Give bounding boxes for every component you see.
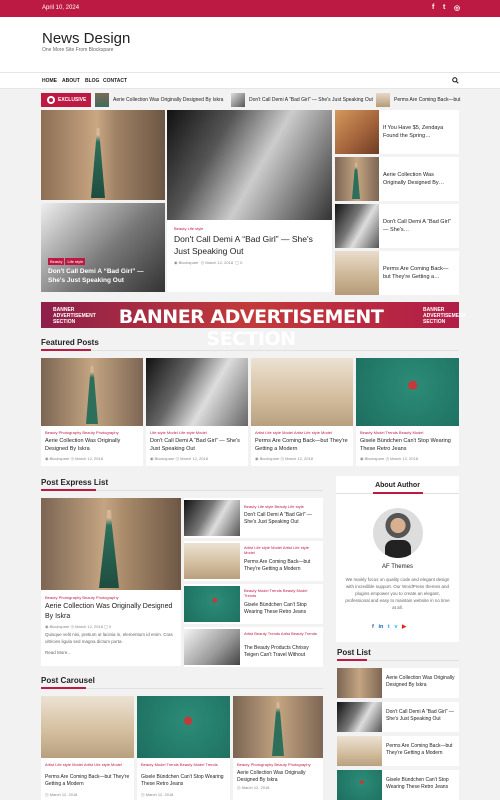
read-more-link[interactable]: Read More... (45, 650, 71, 655)
live-dot-icon (47, 96, 55, 104)
hero-left-title[interactable]: Don't Call Demi A “Bad Girl” — She's Jus… (48, 267, 160, 285)
category-tags: Beauty Life style (174, 226, 204, 231)
linkedin-icon[interactable]: in (378, 624, 383, 630)
post-title[interactable]: Gisele Bündchen Can't Stop Wearing These… (360, 437, 456, 453)
widget-title: About Author (375, 482, 420, 489)
post-title[interactable]: Aerie Collection Was Originally Designed… (45, 602, 177, 622)
main-nav: HOME ABOUT BLOG CONTACT (0, 72, 500, 89)
post-title[interactable]: Gisele Bündchen Can't Stop Wearing These… (141, 774, 227, 788)
category-tags: Beauty Life style (48, 258, 86, 265)
express-main-card[interactable]: Beauty Photography Beauty Photography Ae… (41, 498, 181, 666)
carousel-card[interactable]: Artist Life style Model Artist Life styl… (41, 696, 134, 800)
hero-list-item[interactable]: If You Have $5, Zendaya Found the Spring… (335, 110, 459, 154)
twitter-icon[interactable]: t (443, 4, 445, 11)
post-title[interactable]: Aerie Collection Was Originally Designed… (45, 437, 141, 453)
exclusive-ticker: EXCLUSIVE Aerie Collection Was Originall… (0, 89, 500, 111)
express-list-item[interactable]: Beauty Life style Beauty Life style Don'… (184, 498, 323, 538)
twitter-icon[interactable]: t (388, 624, 390, 630)
section-title-featured: Featured Posts (41, 338, 99, 347)
post-title[interactable]: Aerie Collection Was Originally Designed… (237, 770, 321, 784)
section-title-post-list: Post List (337, 648, 371, 657)
post-title[interactable]: Don't Call Demi A “Bad Girl” — She's Jus… (150, 437, 246, 453)
list-thumb (335, 251, 379, 295)
banner-text: BANNER ADVERTISEMENT SECTION (118, 306, 384, 350)
author-bio: We mainly focus on quality code and eleg… (345, 577, 450, 610)
banner-advertisement[interactable]: BANNER ADVERTISEMENT SECTION BANNER ADVERT… (41, 302, 466, 350)
list-thumb (335, 204, 379, 248)
express-list-item[interactable]: Artist Life style Model Artist Life styl… (184, 541, 323, 581)
exclusive-label: EXCLUSIVE (41, 93, 91, 107)
post-list-item[interactable]: Don't Call Demi A “Bad Girl” — She's Jus… (337, 702, 459, 732)
express-list-item[interactable]: Beauty Model Trends Beauty Model Trends … (184, 584, 323, 624)
section-title-express: Post Express List (41, 478, 109, 487)
hero-center-title[interactable]: Don't Call Demi A “Bad Girl” — She's Jus… (174, 233, 324, 257)
featured-post-card[interactable]: Life style Model Life style Model Don't … (146, 358, 248, 466)
ticker-thumb (376, 93, 390, 107)
post-title[interactable]: Perms Are Coming Back—but They're Gettin… (255, 437, 351, 453)
list-thumb (335, 110, 379, 154)
site-title[interactable]: News Design (42, 30, 130, 47)
site-tagline: One More Site From Blockspare (42, 47, 114, 53)
banner-small-left: BANNER ADVERTISEMENT SECTION (53, 307, 96, 325)
post-title[interactable]: Perms Are Coming Back—but They're Gettin… (45, 774, 131, 788)
ticker-thumb (231, 93, 245, 107)
post-image (233, 696, 323, 758)
express-list-item[interactable]: Artist Beauty Trends Artist Beauty Trend… (184, 627, 323, 667)
nav-item-about[interactable]: ABOUT (62, 78, 80, 84)
hero-center-image[interactable] (167, 110, 332, 220)
hero-image-dress[interactable] (41, 110, 165, 200)
post-list-item[interactable]: Aerie Collection Was Originally Designed… (337, 668, 459, 698)
list-thumb (184, 543, 240, 579)
post-excerpt: Quisque velit nisi, pretium ut lacinia i… (45, 632, 173, 644)
current-date: April 10, 2024 (42, 5, 80, 11)
post-image (41, 498, 181, 590)
hero-list-item[interactable]: Don't Call Demi A “Bad Girl” — She's… (335, 204, 459, 248)
post-image (356, 358, 459, 426)
list-thumb (337, 668, 382, 698)
post-list-item[interactable]: Perms Are Coming Back—but They're Gettin… (337, 736, 459, 766)
list-thumb (184, 500, 240, 536)
site-header: News Design One More Site From Blockspar… (0, 17, 500, 72)
list-thumb (184, 586, 240, 622)
list-thumb (337, 770, 382, 800)
post-list-item[interactable]: Gisele Bündchen Can't Stop Wearing These… (337, 770, 459, 800)
carousel-card[interactable]: Beauty Photography Beauty Photography Ae… (233, 696, 323, 800)
carousel-card[interactable]: Beauty Model Trends Beauty Model Trends … (137, 696, 230, 800)
avatar (373, 508, 423, 558)
nav-item-contact[interactable]: CONTACT (103, 78, 127, 84)
facebook-icon[interactable]: f (372, 624, 374, 630)
post-image (137, 696, 230, 758)
hero-image-bw[interactable]: Beauty Life style Don't Call Demi A “Bad … (41, 203, 165, 292)
about-author-widget: About Author AF Themes We mainly focus o… (336, 476, 459, 642)
list-thumb (337, 736, 382, 766)
author-name: AF Themes (382, 564, 413, 570)
post-image (41, 358, 143, 426)
nav-item-home[interactable]: HOME (42, 78, 57, 84)
list-thumb (335, 157, 379, 201)
post-image (251, 358, 353, 426)
youtube-icon[interactable]: ▶ (402, 624, 406, 630)
featured-post-card[interactable]: Beauty Model Trends Beauty Model Gisele … (356, 358, 459, 466)
list-thumb (337, 702, 382, 732)
featured-post-card[interactable]: Artist Life style Model Artist Life styl… (251, 358, 353, 466)
top-bar: April 10, 2024 f t ◎ (0, 0, 500, 17)
post-image (41, 696, 134, 758)
post-image (146, 358, 248, 426)
post-meta: ◉ Blockspare ◷ March 12, 2018 ▢ 0 (174, 260, 243, 265)
search-icon[interactable] (452, 77, 459, 86)
nav-item-blog[interactable]: BLOG (85, 78, 99, 84)
ticker-thumb (95, 93, 109, 107)
author-social: f in t v ▶ (372, 624, 406, 630)
facebook-icon[interactable]: f (432, 4, 434, 11)
featured-post-card[interactable]: Beauty Photography Beauty Photography Ae… (41, 358, 143, 466)
hero-list-item[interactable]: Perms Are Coming Back—but They're Gettin… (335, 251, 459, 295)
banner-small-right: BANNER ADVERTISEMENT SECTION (423, 307, 466, 325)
vimeo-icon[interactable]: v (394, 624, 397, 630)
section-title-carousel: Post Carousel (41, 676, 95, 685)
hero-center-card: Beauty Life style Don't Call Demi A “Bad… (167, 110, 332, 292)
list-thumb (184, 629, 240, 665)
instagram-icon[interactable]: ◎ (454, 4, 460, 12)
hero-list-item[interactable]: Aerie Collection Was Originally Designed… (335, 157, 459, 201)
